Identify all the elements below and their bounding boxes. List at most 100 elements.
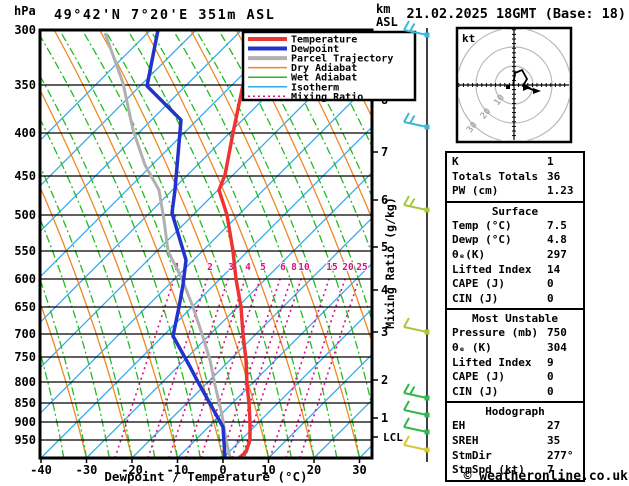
stat-label: PW (cm): [452, 184, 499, 198]
stat-row: Dewp (°C) 4.8: [447, 233, 583, 248]
stat-value: 0: [547, 291, 554, 305]
stat-row: PW (cm) 1.23: [447, 184, 583, 199]
svg-text:900: 900: [14, 415, 36, 429]
stat-label: CAPE (J): [452, 277, 505, 291]
stat-label: Lifted Index: [452, 262, 532, 276]
stat-label: CAPE (J): [452, 370, 505, 384]
svg-text:2: 2: [381, 373, 388, 387]
svg-text:500: 500: [14, 208, 36, 222]
station-title: 49°42'N 7°20'E 351m ASL: [54, 7, 276, 23]
hodograph: 102030kt: [455, 26, 573, 144]
svg-text:30: 30: [352, 463, 366, 477]
stat-row: Temp (°C) 7.5: [447, 219, 583, 234]
svg-text:-40: -40: [30, 463, 52, 477]
stat-value: 7.5: [547, 218, 567, 232]
svg-text:4: 4: [245, 262, 251, 273]
legend: TemperatureDewpointParcel TrajectoryDry …: [241, 30, 417, 103]
stat-row: θₑ (K) 304: [447, 341, 583, 356]
stats-section-title: Most Unstable: [471, 312, 559, 326]
stats-section-indices: K 1 Totals Totals 36 PW (cm) 1.23: [445, 151, 585, 203]
stat-value: 1: [547, 155, 554, 168]
svg-text:700: 700: [14, 327, 36, 341]
wind-barb: [403, 317, 430, 335]
x-axis: -40 -30 -20 -10 0 10 20 30Dewpoint / Temperatur…: [30, 458, 367, 484]
stat-value: 27: [547, 419, 561, 433]
svg-text:2: 2: [207, 262, 213, 273]
stat-row: EH 27: [447, 419, 583, 434]
svg-text:550: 550: [14, 244, 36, 258]
stat-row: K1: [447, 155, 583, 170]
wind-barb: [403, 400, 430, 418]
stat-row: θₑ(K) 297: [447, 248, 583, 263]
stat-value: 36: [547, 169, 561, 183]
svg-text:7: 7: [381, 145, 388, 159]
stat-value: 1.23: [547, 184, 574, 198]
stat-row: CAPE (J) 0: [447, 277, 583, 292]
pressure-unit-label: hPa: [14, 4, 36, 18]
km-asl-axis-label: km ASL: [376, 2, 398, 29]
stats-panel: K 1 Totals Totals 36 PW (cm) 1.23 Surface Temp …: [445, 151, 585, 482]
wind-barb: [403, 195, 430, 213]
datetime-title: 21.02.2025 18GMT (Base: 18): [406, 6, 626, 22]
stat-value: 0: [547, 384, 554, 398]
wind-barb: [403, 435, 430, 453]
svg-text:950: 950: [14, 433, 36, 447]
svg-text:300: 300: [14, 23, 36, 37]
stat-row: Totals Totals 36: [447, 170, 583, 185]
stat-row: CIN (J) 0: [447, 292, 583, 307]
stat-label: SREH: [452, 433, 479, 447]
mixing-ratio-labels: 1 2 3 4 5 6 8 10 15 20 25: [173, 261, 369, 274]
svg-text:-30: -30: [76, 463, 98, 477]
svg-text:8: 8: [291, 262, 297, 273]
watermark: © weatheronline.co.uk: [463, 469, 628, 484]
stat-label: EH: [452, 419, 466, 433]
stats-section-title: Hodograph: [485, 405, 545, 419]
stat-value: 4.8: [547, 233, 567, 247]
x-axis-title: Dewpoint / Temperature (°C): [104, 469, 307, 484]
stat-label: CIN (J): [452, 291, 499, 305]
svg-text:650: 650: [14, 300, 36, 314]
stats-section-most-unstable: Most Unstable Pressure (mb) 750 θₑ (K) 304 Li…: [445, 308, 585, 404]
stat-row: CIN (J) 0: [447, 385, 583, 400]
stat-label: Temp (°C): [452, 218, 512, 232]
stat-value: 297: [547, 247, 567, 261]
svg-text:25: 25: [356, 262, 368, 273]
svg-text:20: 20: [342, 262, 354, 273]
svg-text:15: 15: [326, 262, 338, 273]
wind-barb: [403, 383, 430, 401]
km-axis: 87654321LCLMixing Ratio (g/kg): [372, 93, 403, 444]
svg-text:1: 1: [381, 411, 388, 425]
stat-label: Pressure (mb): [452, 326, 539, 340]
stat-row: CAPE (J) 0: [447, 370, 583, 385]
wind-barb: [403, 112, 430, 130]
svg-text:20: 20: [307, 463, 321, 477]
svg-text:600: 600: [14, 272, 36, 286]
stat-value: 304: [547, 340, 567, 354]
svg-text:400: 400: [14, 126, 36, 140]
svg-text:6: 6: [280, 262, 286, 273]
stat-row: StmDir 277°: [447, 449, 583, 464]
svg-text:Mixing Ratio: Mixing Ratio: [291, 91, 363, 103]
lcl-label: LCL: [383, 431, 403, 444]
stat-value: 0: [547, 370, 554, 384]
skewt-screenshot: 1 2 3 4 5 6 8 10 15 20 25 -40 -30 -20 -10 0 10 20 30 Dewpoi…: [0, 0, 629, 486]
parcel-trajectory-curve: [103, 32, 232, 458]
svg-text:750: 750: [14, 350, 36, 364]
svg-text:350: 350: [14, 78, 36, 92]
hodograph-unit-label: kt: [462, 32, 475, 45]
stat-value: 35: [547, 433, 561, 447]
stat-label: Dewp (°C): [452, 233, 512, 247]
stat-label: Totals Totals: [452, 169, 539, 183]
svg-text:450: 450: [14, 169, 36, 183]
stats-section-title: Surface: [491, 204, 539, 218]
stat-row: Lifted Index 9: [447, 356, 583, 371]
stats-section-surface: Surface Temp (°C) 7.5 Dewp (°C) 4.8 θₑ(K) 297 L…: [445, 200, 585, 311]
stat-label: StmDir: [452, 448, 492, 462]
stat-value: 750: [547, 326, 567, 340]
svg-text:10: 10: [298, 262, 310, 273]
stat-label: θₑ(K): [452, 247, 486, 261]
stat-label: CIN (J): [452, 384, 499, 398]
mixing-ratio-axis-title: Mixing Ratio (g/kg): [383, 197, 397, 329]
stat-label: θₑ (K): [452, 340, 492, 354]
svg-text:850: 850: [14, 396, 36, 410]
